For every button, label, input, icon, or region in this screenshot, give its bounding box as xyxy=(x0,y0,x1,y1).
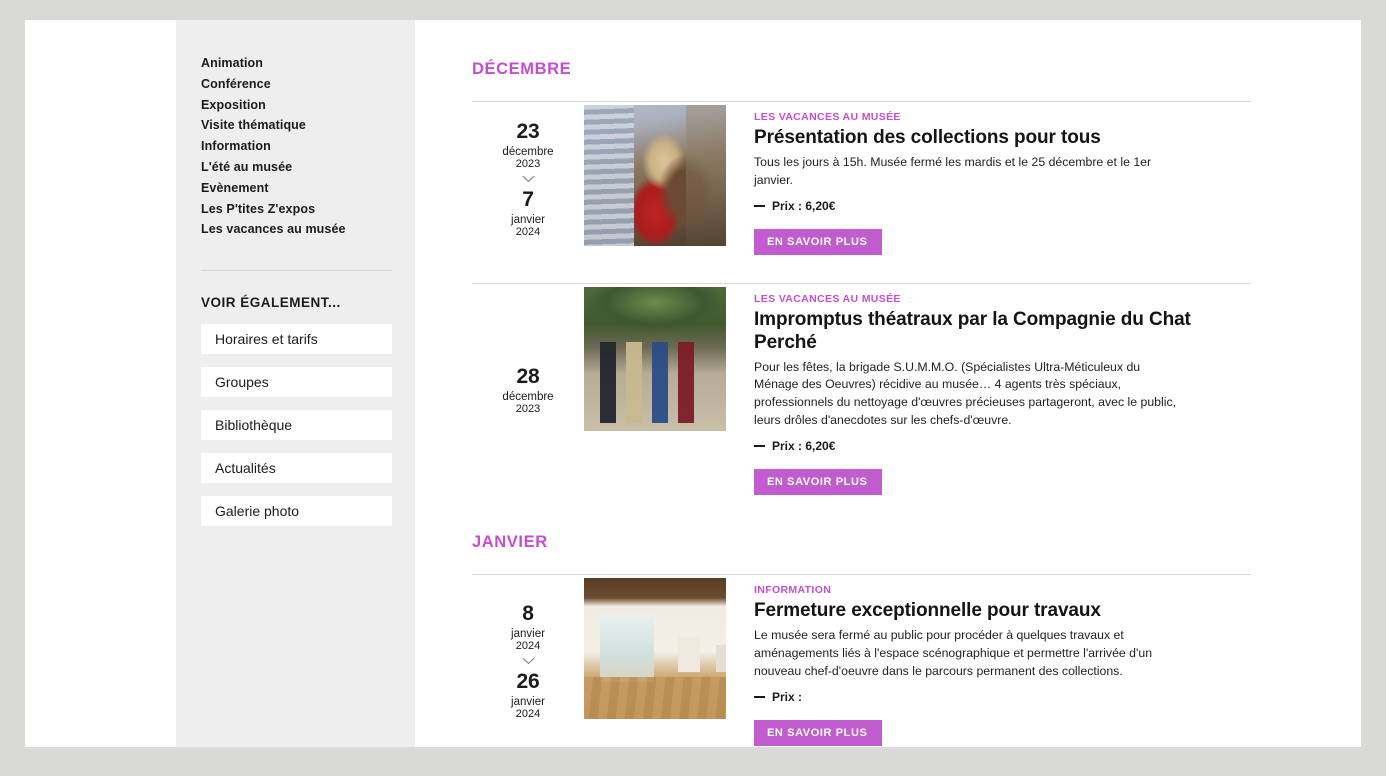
event-start-date: 28 décembre 2023 xyxy=(502,366,553,416)
sidebar-item-exposition[interactable]: Exposition xyxy=(201,95,392,116)
event-start-month: décembre xyxy=(502,145,554,158)
event-image xyxy=(584,578,726,720)
category-nav-list: Animation Conférence Exposition Visite t… xyxy=(201,53,392,240)
sidebar: Animation Conférence Exposition Visite t… xyxy=(176,20,415,747)
sidebar-item-ete-au-musee[interactable]: L'été au musée xyxy=(201,157,392,178)
event-start-month: décembre xyxy=(502,390,554,403)
event-price-value: 6,20€ xyxy=(805,199,836,214)
event-image xyxy=(584,287,726,432)
event-date-column: 28 décembre 2023 xyxy=(472,287,584,495)
sidebar-item-visite-thematique[interactable]: Visite thématique xyxy=(201,115,392,136)
event-end-day: 7 xyxy=(522,188,534,212)
learn-more-button[interactable]: EN SAVOIR PLUS xyxy=(754,720,882,747)
event-price-label: Prix : xyxy=(772,199,803,214)
event-end-date: 26 janvier 2024 xyxy=(511,670,545,721)
event-start-year: 2023 xyxy=(515,158,541,171)
event-category: LES VACANCES AU MUSÉE xyxy=(754,111,901,123)
event-end-day: 26 xyxy=(516,670,540,694)
event-start-date: 8 janvier 2024 xyxy=(511,602,545,653)
dash-icon xyxy=(754,205,765,207)
month-heading-janvier: JANVIER xyxy=(472,533,548,552)
event-card[interactable]: 23 décembre 2023 7 janvier 2024 LES VACA… xyxy=(472,101,1251,256)
event-price-value: 6,20€ xyxy=(805,439,836,454)
event-date-column: 23 décembre 2023 7 janvier 2024 xyxy=(472,105,584,255)
sidebar-link-bibliotheque[interactable]: Bibliothèque xyxy=(201,410,392,441)
page-container: Animation Conférence Exposition Visite t… xyxy=(25,20,1361,747)
event-description: Tous les jours à 15h. Musée fermé les ma… xyxy=(754,155,1152,187)
event-end-month: janvier xyxy=(511,695,545,708)
main-content: DÉCEMBRE 23 décembre 2023 7 janvier 2024 xyxy=(415,20,1361,747)
event-end-date: 7 janvier 2024 xyxy=(511,189,545,239)
event-start-month: janvier xyxy=(511,627,545,640)
event-end-month: janvier xyxy=(511,213,545,226)
event-category: LES VACANCES AU MUSÉE xyxy=(754,293,901,306)
chevron-down-icon xyxy=(522,656,535,667)
event-description: Pour les fêtes, la brigade S.U.M.M.O. (S… xyxy=(754,359,1177,427)
sidebar-item-information[interactable]: Information xyxy=(201,136,392,157)
sidebar-link-galerie-photo[interactable]: Galerie photo xyxy=(201,496,392,527)
event-start-year: 2023 xyxy=(515,403,541,416)
event-start-date: 23 décembre 2023 xyxy=(502,121,553,171)
sidebar-item-vacances-au-musee[interactable]: Les vacances au musée xyxy=(201,219,392,240)
event-date-column: 8 janvier 2024 26 janvier 2024 xyxy=(472,578,584,746)
event-title[interactable]: Présentation des collections pour tous xyxy=(754,127,1251,149)
event-category: INFORMATION xyxy=(754,584,832,597)
event-title[interactable]: Fermeture exceptionnelle pour travaux xyxy=(754,600,1251,622)
event-description: Le musée sera fermé au public pour procé… xyxy=(754,628,1153,678)
event-start-year: 2024 xyxy=(515,640,541,653)
sidebar-divider xyxy=(201,270,392,272)
event-price-label: Prix : xyxy=(772,690,803,705)
event-body: LES VACANCES AU MUSÉE Présentation des c… xyxy=(726,105,1251,256)
event-end-year: 2024 xyxy=(515,226,541,239)
learn-more-button[interactable]: EN SAVOIR PLUS xyxy=(754,469,882,496)
learn-more-button[interactable]: EN SAVOIR PLUS xyxy=(754,229,882,256)
event-card[interactable]: 28 décembre 2023 LES VACANCES AU MUSÉE I… xyxy=(472,283,1251,496)
event-body: LES VACANCES AU MUSÉE Impromptus théatra… xyxy=(726,287,1251,496)
event-price: Prix : 6,20€ xyxy=(754,199,1251,213)
dash-icon xyxy=(754,445,765,447)
sidebar-item-ptites-zexpos[interactable]: Les P'tites Z'expos xyxy=(201,199,392,220)
event-title[interactable]: Impromptus théatraux par la Compagnie du… xyxy=(754,309,1251,353)
event-card[interactable]: 8 janvier 2024 26 janvier 2024 INFORMATI… xyxy=(472,574,1251,747)
event-price-label: Prix : xyxy=(772,439,803,454)
event-start-day: 28 xyxy=(516,365,540,389)
event-price: Prix : 6,20€ xyxy=(754,439,1251,453)
sidebar-item-conference[interactable]: Conférence xyxy=(201,74,392,95)
left-gutter xyxy=(25,20,176,747)
event-body: INFORMATION Fermeture exceptionnelle pou… xyxy=(726,578,1251,747)
event-image xyxy=(584,105,726,246)
sidebar-link-groupes[interactable]: Groupes xyxy=(201,367,392,398)
see-also-heading: VOIR ÉGALEMENT... xyxy=(201,295,341,311)
event-end-year: 2024 xyxy=(515,708,541,721)
dash-icon xyxy=(754,696,765,698)
chevron-down-icon xyxy=(522,174,535,185)
see-also-list: Horaires et tarifs Groupes Bibliothèque … xyxy=(201,324,392,527)
sidebar-item-animation[interactable]: Animation xyxy=(201,53,392,74)
event-price: Prix : xyxy=(754,690,1251,704)
sidebar-item-evenement[interactable]: Evènement xyxy=(201,178,392,199)
month-heading-decembre: DÉCEMBRE xyxy=(472,60,572,78)
event-start-day: 23 xyxy=(516,120,540,144)
sidebar-link-actualites[interactable]: Actualités xyxy=(201,453,392,484)
sidebar-link-horaires-et-tarifs[interactable]: Horaires et tarifs xyxy=(201,324,392,355)
event-start-day: 8 xyxy=(522,602,534,626)
